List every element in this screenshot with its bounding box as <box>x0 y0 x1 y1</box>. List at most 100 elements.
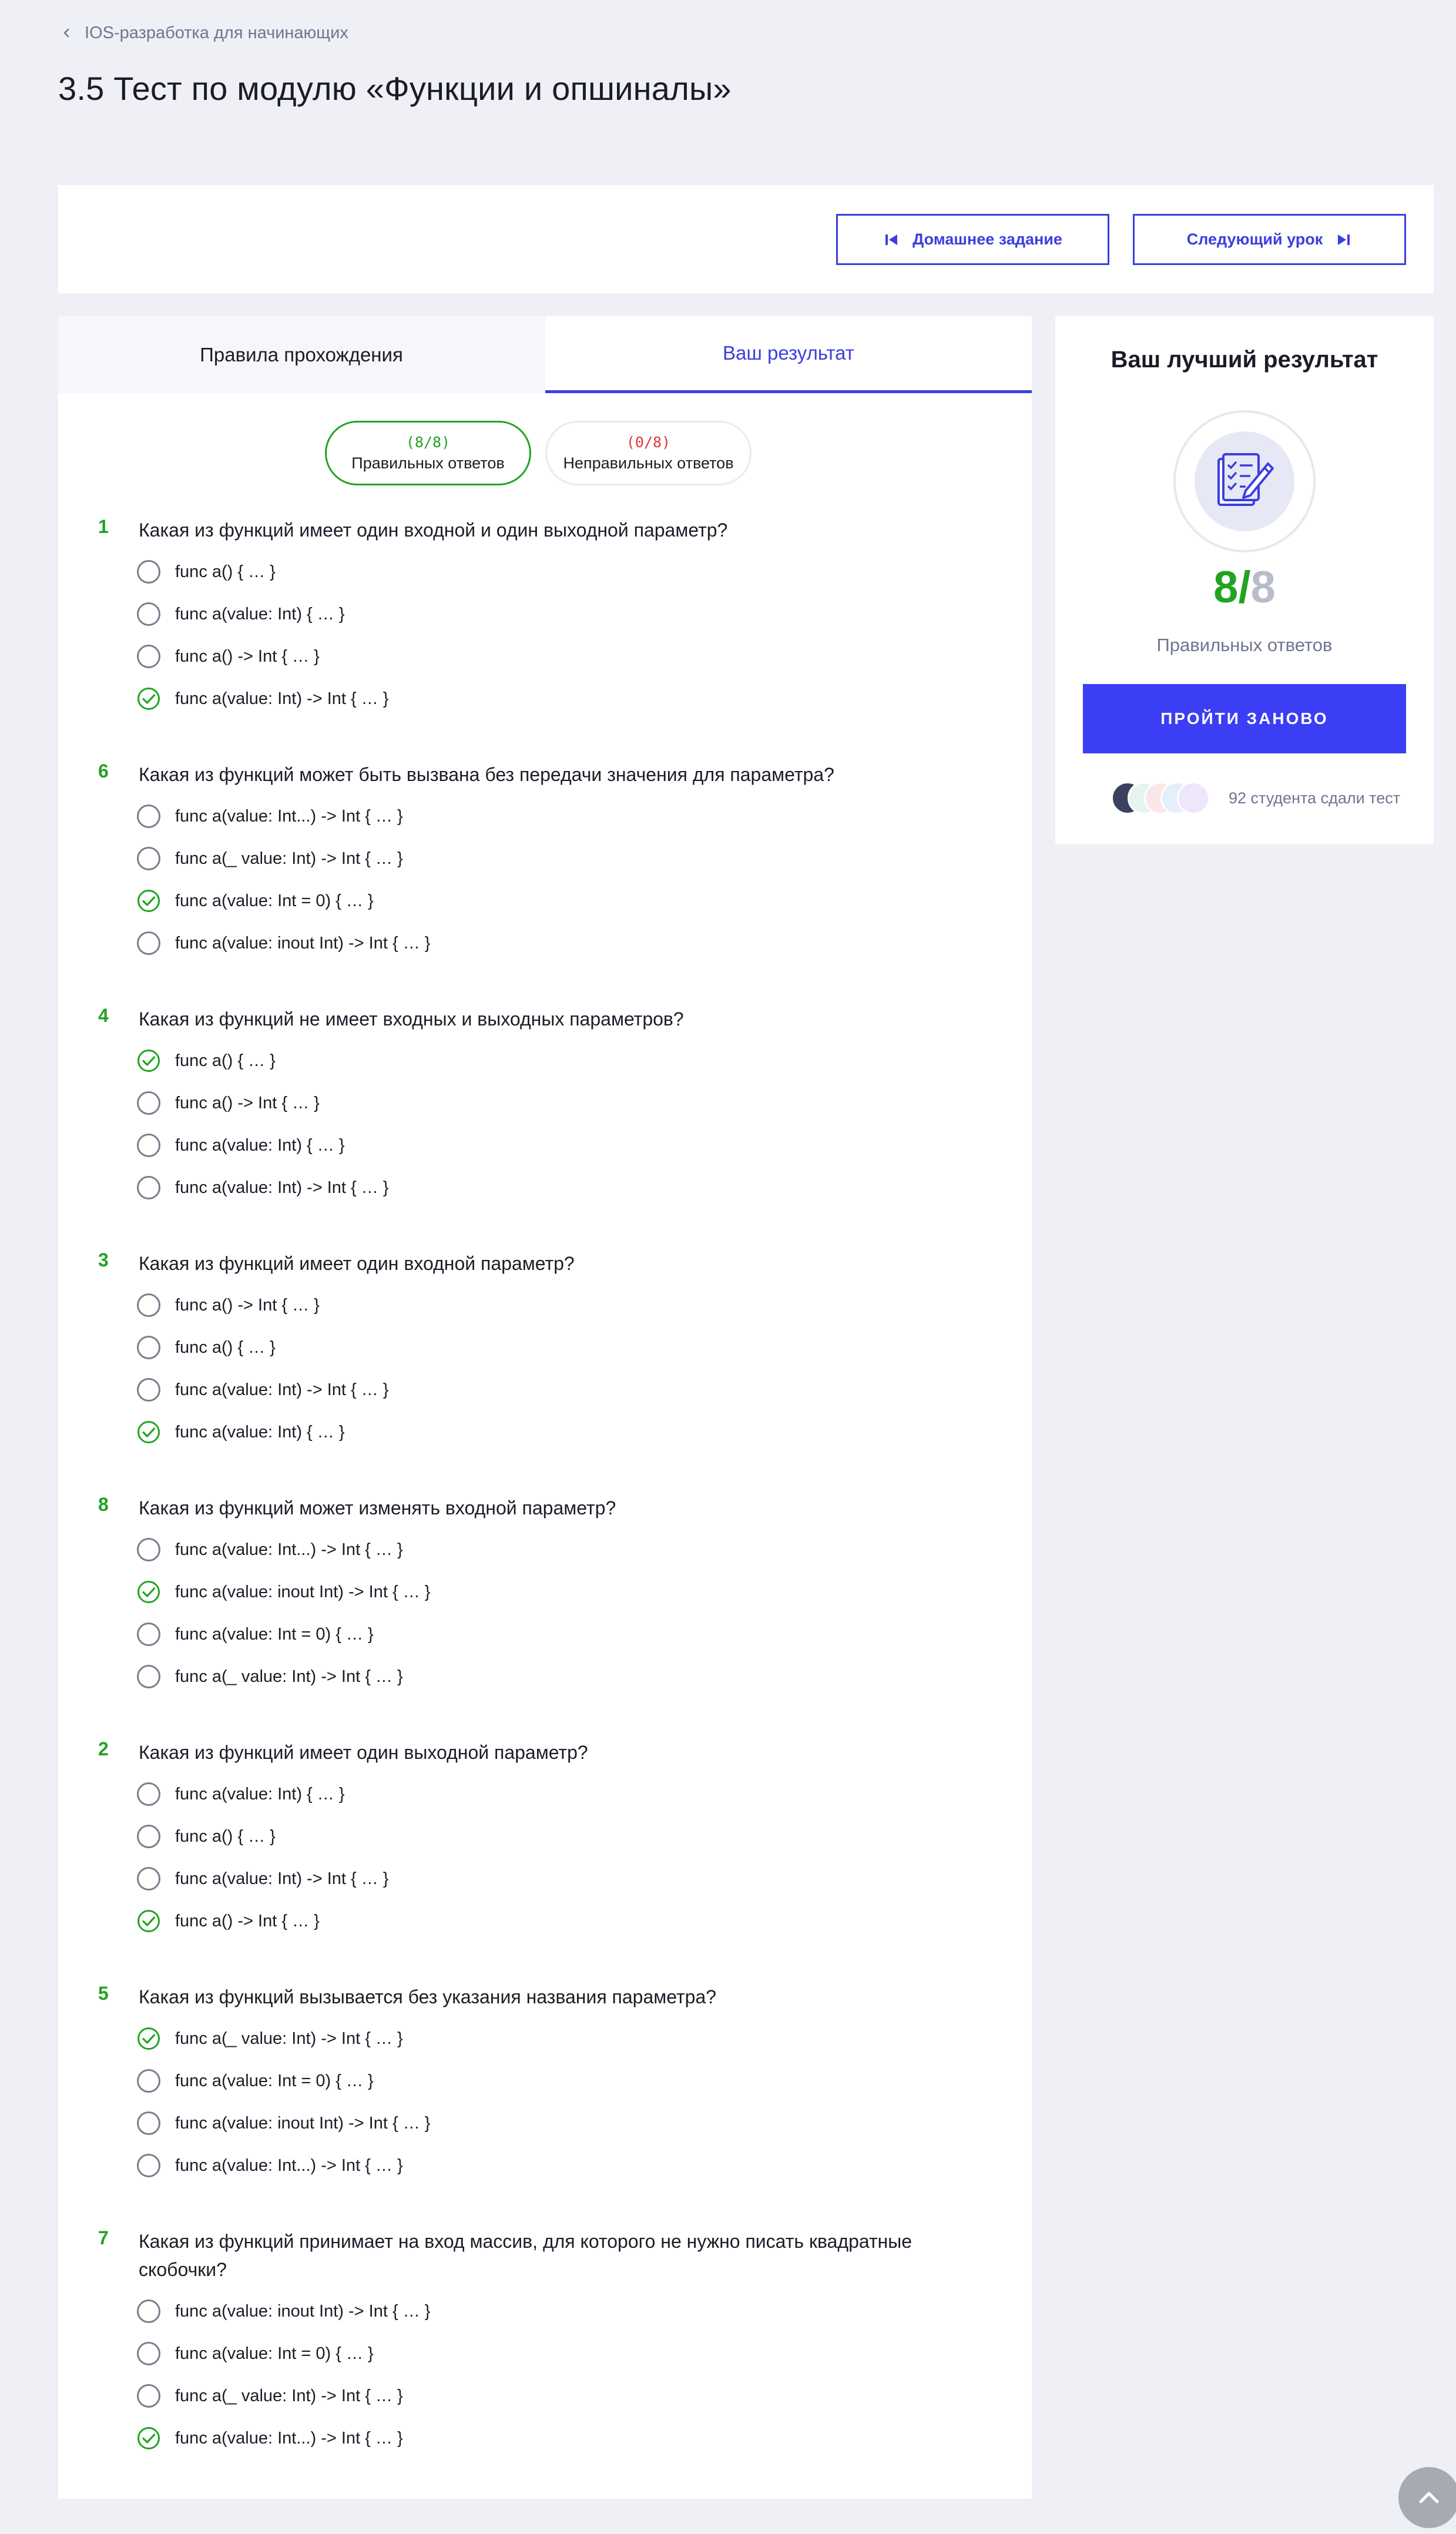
answer-option[interactable]: func a() -> Int { … } <box>137 643 320 669</box>
answer-option[interactable]: func a(value: Int) -> Int { … } <box>137 1866 389 1892</box>
answer-option[interactable]: func a(value: inout Int) -> Int { … } <box>137 1579 430 1605</box>
test-icon-wrapper <box>1173 410 1316 552</box>
answer-option-text: func a(value: Int) { … } <box>175 1135 345 1155</box>
answer-option[interactable]: func a() -> Int { … } <box>137 1292 320 1318</box>
breadcrumb[interactable]: IOS-разработка для начинающих <box>61 21 348 45</box>
answer-option[interactable]: func a(value: inout Int) -> Int { … } <box>137 2298 430 2324</box>
answer-option-text: func a() -> Int { … } <box>175 1295 320 1315</box>
radio-icon <box>137 602 160 626</box>
answer-option-text: func a(value: inout Int) -> Int { … } <box>175 933 431 953</box>
answer-option-text: func a() { … } <box>175 1826 276 1846</box>
answer-option[interactable]: func a(value: Int) -> Int { … } <box>137 686 389 712</box>
answer-option-text: func a(value: Int = 0) { … } <box>175 1624 374 1644</box>
best-result-card: Ваш лучший результат 8/8 Правильных отве… <box>1055 316 1434 844</box>
answer-option[interactable]: func a(value: Int) -> Int { … } <box>137 1377 389 1403</box>
chevron-left-icon <box>63 28 69 38</box>
best-score-separator: / <box>1238 562 1251 612</box>
radio-icon <box>137 2111 160 2135</box>
question-number: 3 <box>98 1249 109 1271</box>
wrong-count: (0/8) <box>626 434 671 451</box>
correct-label: Правильных ответов <box>351 454 505 472</box>
breadcrumb-course-link[interactable]: IOS-разработка для начинающих <box>85 24 348 43</box>
question-number: 6 <box>98 760 109 782</box>
answer-option[interactable]: func a(value: Int = 0) { … } <box>137 2341 374 2367</box>
answer-option[interactable]: func a(value: Int) { … } <box>137 1781 345 1807</box>
answer-option[interactable]: func a(value: Int...) -> Int { … } <box>137 2425 403 2451</box>
question-text: Какая из функций может изменять входной … <box>139 1497 616 1519</box>
chevron-up-icon <box>1419 2492 1439 2503</box>
answer-option[interactable]: func a() { … } <box>137 1824 276 1849</box>
wrong-answers-filter[interactable]: (0/8) Неправильных ответов <box>545 421 752 485</box>
result-filters: (8/8) Правильных ответов (0/8) Неправиль… <box>58 421 1032 485</box>
answer-option[interactable]: func a(value: Int = 0) { … } <box>137 888 374 914</box>
radio-icon <box>137 931 160 955</box>
tab-rules[interactable]: Правила прохождения <box>58 316 545 393</box>
answer-option[interactable]: func a() { … } <box>137 1335 276 1360</box>
answer-option-text: func a() { … } <box>175 562 276 581</box>
correct-count: (8/8) <box>405 434 451 451</box>
question-number: 1 <box>98 516 109 537</box>
scroll-to-top-button[interactable] <box>1398 2467 1456 2528</box>
answer-option[interactable]: func a(value: Int = 0) { … } <box>137 1621 374 1647</box>
question-text: Какая из функций имеет один выходной пар… <box>139 1742 588 1763</box>
check-circle-icon <box>137 1581 160 1603</box>
answer-option-text: func a() -> Int { … } <box>175 646 320 666</box>
answer-option[interactable]: func a(value: inout Int) -> Int { … } <box>137 930 430 956</box>
answer-option[interactable]: func a() { … } <box>137 559 276 585</box>
radio-icon <box>137 645 160 668</box>
answer-option-text: func a(value: inout Int) -> Int { … } <box>175 1582 431 1601</box>
answer-option[interactable]: func a(_ value: Int) -> Int { … } <box>137 2026 403 2052</box>
radio-icon <box>137 1825 160 1848</box>
tab-result[interactable]: Ваш результат <box>545 316 1032 393</box>
check-circle-icon <box>137 1421 160 1443</box>
radio-icon <box>137 847 160 870</box>
check-circle-icon <box>137 1910 160 1932</box>
answer-option-text: func a(value: Int) { … } <box>175 1422 345 1442</box>
answer-option[interactable]: func a() -> Int { … } <box>137 1090 320 1116</box>
answer-option[interactable]: func a(value: Int...) -> Int { … } <box>137 1537 403 1563</box>
radio-icon <box>137 1665 160 1688</box>
next-lesson-button[interactable]: Следующий урок <box>1133 214 1406 265</box>
answer-option[interactable]: func a(value: Int...) -> Int { … } <box>137 803 403 829</box>
best-score: 8/8 <box>1055 562 1434 613</box>
question-text: Какая из функций не имеет входных и выхо… <box>139 1008 684 1030</box>
check-circle-icon <box>137 1050 160 1072</box>
homework-button[interactable]: Домашнее задание <box>836 214 1109 265</box>
answer-option-text: func a(value: Int...) -> Int { … } <box>175 2428 403 2448</box>
radio-icon <box>137 560 160 584</box>
answer-option-text: func a() -> Int { … } <box>175 1911 320 1930</box>
question-number: 2 <box>98 1738 109 1759</box>
check-circle-icon <box>137 2427 160 2449</box>
answer-option[interactable]: func a(value: inout Int) -> Int { … } <box>137 2110 430 2136</box>
answer-option[interactable]: func a(value: Int) { … } <box>137 1132 345 1158</box>
correct-answers-filter[interactable]: (8/8) Правильных ответов <box>325 421 531 485</box>
question-number: 7 <box>98 2227 109 2248</box>
answer-option[interactable]: func a() { … } <box>137 1048 276 1074</box>
question-text: Какая из функций имеет один входной и од… <box>139 519 728 541</box>
radio-icon <box>137 2300 160 2323</box>
answer-option-text: func a(_ value: Int) -> Int { … } <box>175 2029 403 2048</box>
answer-option-text: func a() -> Int { … } <box>175 1093 320 1112</box>
next-lesson-button-label: Следующий урок <box>1186 230 1323 248</box>
answer-option[interactable]: func a(value: Int...) -> Int { … } <box>137 2153 403 2178</box>
best-score-correct: 8 <box>1213 562 1239 612</box>
answer-option[interactable]: func a(value: Int = 0) { … } <box>137 2068 374 2094</box>
radio-icon <box>137 1134 160 1157</box>
best-score-total: 8 <box>1250 562 1276 612</box>
students-passed: 92 студента сдали тест <box>1111 780 1400 816</box>
answer-option[interactable]: func a(value: Int) { … } <box>137 601 345 627</box>
answer-option-text: func a(value: Int) { … } <box>175 1784 345 1804</box>
skip-next-icon <box>1338 234 1350 245</box>
retry-test-button[interactable]: ПРОЙТИ ЗАНОВО <box>1083 684 1406 753</box>
lesson-nav-panel: Домашнее задание Следующий урок <box>58 185 1434 293</box>
answer-option[interactable]: func a(value: Int) { … } <box>137 1419 345 1445</box>
radio-icon <box>137 1378 160 1402</box>
answer-option[interactable]: func a(_ value: Int) -> Int { … } <box>137 1664 403 1690</box>
radio-icon <box>137 1176 160 1199</box>
answer-option[interactable]: func a(_ value: Int) -> Int { … } <box>137 846 403 872</box>
answer-option-text: func a(value: inout Int) -> Int { … } <box>175 2301 431 2321</box>
answer-option-text: func a(value: Int...) -> Int { … } <box>175 2156 403 2175</box>
answer-option[interactable]: func a(value: Int) -> Int { … } <box>137 1175 389 1201</box>
answer-option[interactable]: func a() -> Int { … } <box>137 1908 320 1934</box>
answer-option[interactable]: func a(_ value: Int) -> Int { … } <box>137 2383 403 2409</box>
